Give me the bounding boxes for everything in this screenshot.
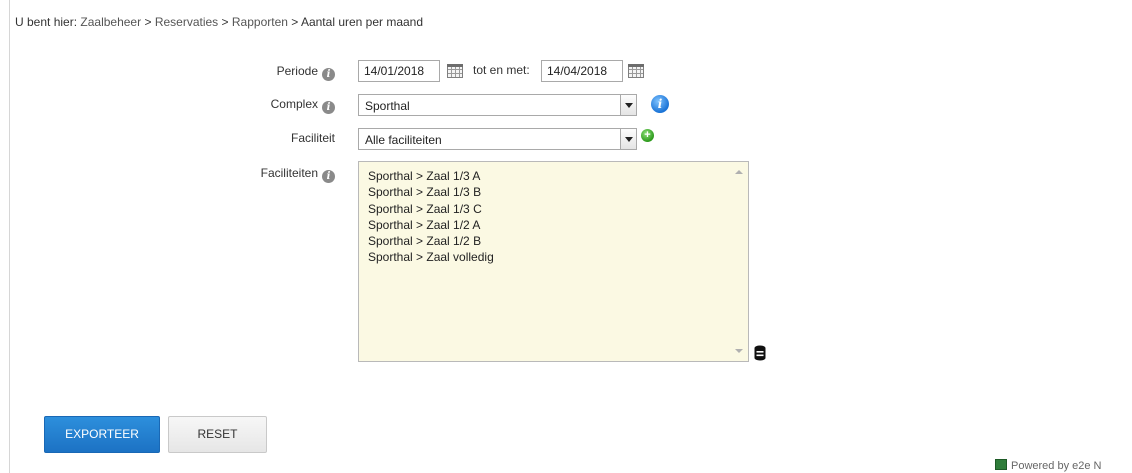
database-icon[interactable] [753, 345, 767, 361]
faciliteit-label-group: Faciliteit [155, 131, 335, 145]
periode-label-group: Periode i [155, 64, 335, 81]
periode-label: Periode [276, 64, 318, 78]
date-from-input[interactable]: 14/01/2018 [358, 60, 440, 82]
reset-button[interactable]: RESET [168, 416, 267, 453]
export-button[interactable]: EXPORTEER [44, 416, 160, 453]
date-to-input[interactable]: 14/04/2018 [541, 60, 623, 82]
info-icon[interactable]: i [322, 170, 335, 183]
powered-by: Powered by e2e N [995, 459, 1102, 472]
breadcrumb-separator: > [144, 15, 152, 29]
breadcrumb-item-rapporten[interactable]: Rapporten [232, 15, 288, 29]
faciliteit-select-value: Alle faciliteiten [365, 133, 442, 147]
breadcrumb-item-zaalbeheer[interactable]: Zaalbeheer [80, 15, 141, 29]
complex-select-value: Sporthal [365, 99, 410, 113]
breadcrumb-item-reservaties[interactable]: Reservaties [155, 15, 218, 29]
info-circle-icon[interactable]: i [651, 95, 669, 113]
chevron-down-icon[interactable] [620, 95, 636, 115]
list-item[interactable]: Sporthal > Zaal 1/3 A [368, 168, 494, 184]
breadcrumb: U bent hier: Zaalbeheer > Reservaties > … [15, 15, 423, 29]
calendar-icon[interactable] [447, 64, 463, 78]
complex-label: Complex [270, 97, 318, 111]
scroll-down-icon[interactable] [735, 347, 743, 355]
list-item[interactable]: Sporthal > Zaal 1/2 B [368, 233, 494, 249]
list-item[interactable]: Sporthal > Zaal 1/3 C [368, 201, 494, 217]
faciliteiten-label-group: Faciliteiten i [155, 166, 335, 183]
list-item[interactable]: Sporthal > Zaal volledig [368, 249, 494, 265]
breadcrumb-separator: > [291, 15, 299, 29]
info-icon[interactable]: i [322, 68, 335, 81]
faciliteiten-label: Faciliteiten [260, 166, 318, 180]
chevron-down-icon[interactable] [620, 129, 636, 149]
list-item[interactable]: Sporthal > Zaal 1/3 B [368, 184, 494, 200]
breadcrumb-prefix: U bent hier: [15, 15, 78, 29]
listbox-scrollbar[interactable] [731, 162, 748, 361]
complex-select[interactable]: Sporthal [358, 94, 637, 116]
powered-by-text[interactable]: Powered by e2e N [1011, 460, 1102, 472]
faciliteit-select[interactable]: Alle faciliteiten [358, 128, 637, 150]
faciliteiten-listbox[interactable]: Sporthal > Zaal 1/3 A Sporthal > Zaal 1/… [358, 161, 749, 362]
plus-circle-icon[interactable]: + [641, 129, 654, 142]
faciliteiten-list: Sporthal > Zaal 1/3 A Sporthal > Zaal 1/… [368, 168, 494, 266]
breadcrumb-item-current: Aantal uren per maand [300, 15, 424, 29]
complex-label-group: Complex i [155, 97, 335, 114]
faciliteit-label: Faciliteit [290, 131, 335, 145]
breadcrumb-separator: > [221, 15, 229, 29]
date-to-label: tot en met: [473, 63, 530, 77]
e2e-logo-icon [995, 459, 1007, 470]
scroll-up-icon[interactable] [735, 168, 743, 176]
list-item[interactable]: Sporthal > Zaal 1/2 A [368, 217, 494, 233]
info-icon[interactable]: i [322, 101, 335, 114]
calendar-icon[interactable] [628, 64, 644, 78]
